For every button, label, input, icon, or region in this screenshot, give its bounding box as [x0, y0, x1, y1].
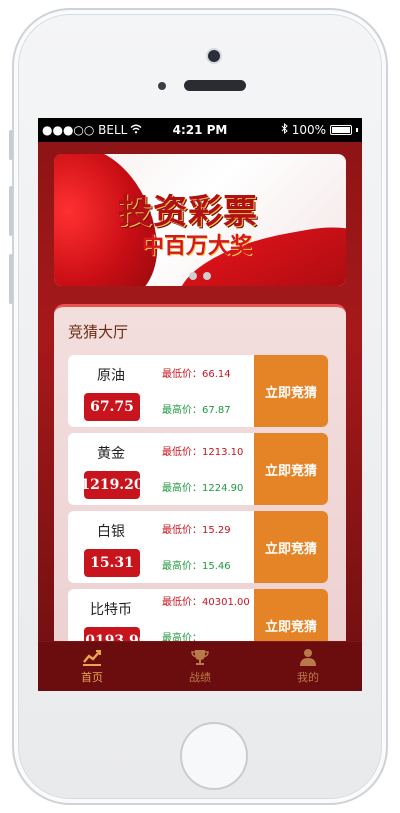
wifi-icon: [130, 123, 142, 137]
banner-title: 投资彩票: [118, 192, 258, 232]
tab-record[interactable]: 战绩: [146, 642, 254, 691]
current-price: 67.75: [84, 393, 140, 421]
battery-percent: 100%: [291, 123, 326, 137]
status-bar-right: 100%: [238, 122, 358, 137]
carrier-label: ●●●○○ BELL: [42, 123, 128, 137]
market-name: 比特币: [90, 602, 132, 618]
low-price: 最低价：15.29: [162, 525, 231, 536]
front-camera: [208, 50, 220, 62]
bet-now-button[interactable]: 立即竞猜: [254, 433, 328, 505]
market-card: 白银 15.31 最低价：15.29 最高价：15.46 立即竞猜: [68, 511, 328, 583]
bluetooth-icon: [281, 122, 288, 137]
market-name: 白银: [97, 524, 125, 540]
clock: 4:21 PM: [172, 123, 228, 137]
low-price: 最低价：66.14: [162, 369, 231, 380]
market-card: 黄金 1219.20 最低价：1213.10 最高价：1224.90 立即竞猜: [68, 433, 328, 505]
home-button[interactable]: [180, 722, 248, 790]
tab-mine[interactable]: 我的: [254, 642, 362, 691]
earpiece-speaker: [184, 80, 246, 91]
status-bar: ●●●○○ BELL 4:21 PM 100%: [38, 118, 362, 142]
trophy-icon: [191, 648, 209, 666]
battery-icon: [330, 125, 352, 135]
screen: ●●●○○ BELL 4:21 PM 100% 投资彩票 中百万大奖 竞猜大厅 …: [38, 118, 362, 691]
low-price: 最低价：1213.10: [162, 447, 244, 458]
tab-label: 首页: [81, 671, 103, 684]
proximity-sensor: [158, 82, 166, 90]
tab-label: 战绩: [189, 671, 211, 684]
current-price: 15.31: [84, 549, 140, 577]
user-icon: [299, 648, 317, 666]
tab-home[interactable]: 首页: [38, 642, 146, 691]
market-card: 原油 67.75 最低价：66.14 最高价：67.87 立即竞猜: [68, 355, 328, 427]
current-price: 1219.20: [84, 471, 140, 499]
tab-bar: 首页 战绩 我的: [38, 641, 362, 691]
guess-hall-panel: 竞猜大厅 原油 67.75 最低价：66.14 最高价：67.87 立即竞猜 黄…: [54, 304, 346, 691]
carousel-dot[interactable]: [203, 272, 211, 280]
high-price: 最高价：1224.90: [162, 483, 244, 494]
chart-icon: [82, 648, 102, 666]
volume-down-button: [9, 254, 13, 304]
market-name: 原油: [97, 368, 125, 384]
high-price: 最高价：67.87: [162, 405, 231, 416]
carousel-dots: [54, 272, 346, 280]
bet-now-button[interactable]: 立即竞猜: [254, 511, 328, 583]
bet-now-button[interactable]: 立即竞猜: [254, 355, 328, 427]
carousel-dot[interactable]: [189, 272, 197, 280]
battery-tip: [356, 128, 358, 132]
status-bar-left: ●●●○○ BELL: [42, 123, 162, 137]
mute-switch: [9, 130, 13, 160]
promo-banner[interactable]: 投资彩票 中百万大奖: [54, 154, 346, 286]
low-price: 最低价：40301.00: [162, 597, 250, 608]
high-price: 最高价：15.46: [162, 561, 231, 572]
volume-up-button: [9, 186, 13, 236]
market-name: 黄金: [97, 446, 125, 462]
app-content: 投资彩票 中百万大奖 竞猜大厅 原油 67.75 最低价：66.14 最高价：6…: [38, 142, 362, 691]
banner-subtitle: 中百万大奖: [142, 233, 253, 259]
tab-label: 我的: [297, 671, 319, 684]
panel-title: 竞猜大厅: [68, 323, 129, 341]
